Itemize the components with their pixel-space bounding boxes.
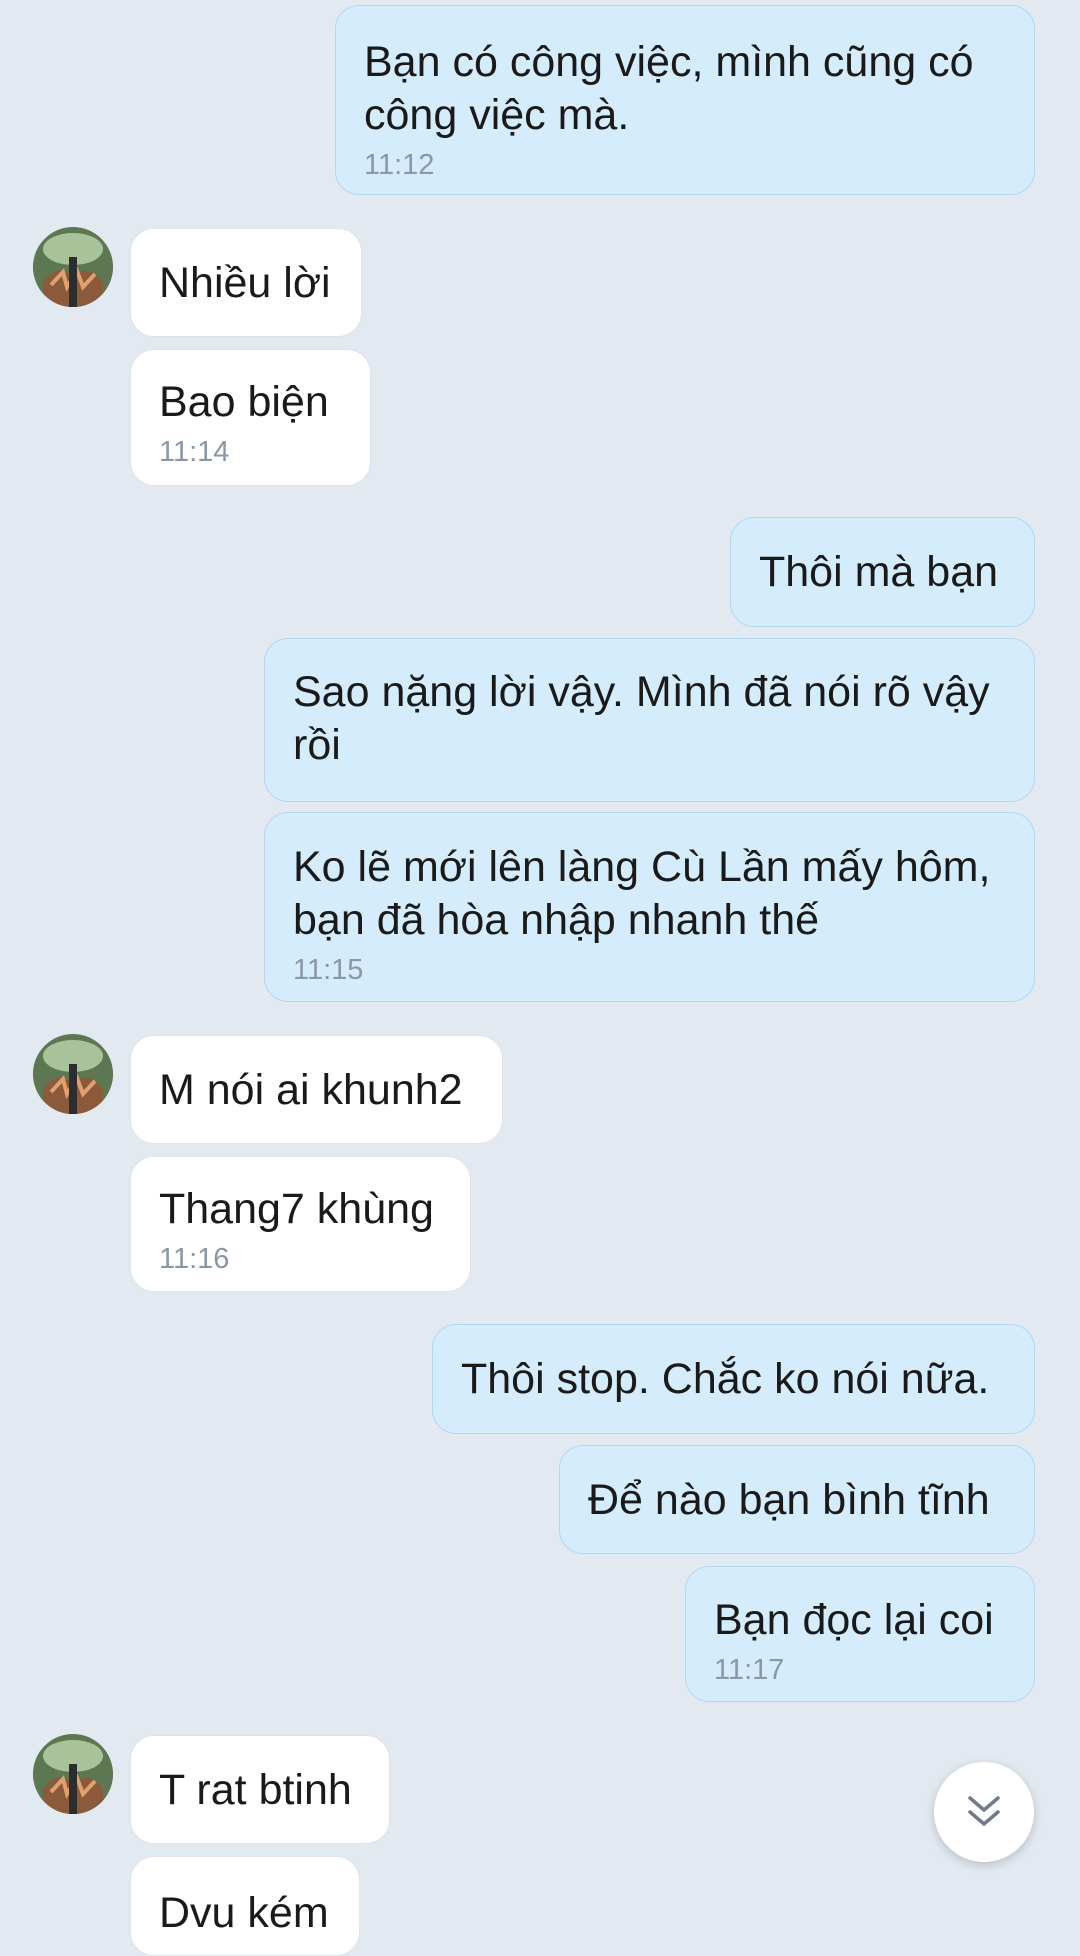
message-text: M nói ai khunh2 [159,1066,463,1114]
message-text: Ko lẽ mới lên làng Cù Lần mấy hôm, bạn đ… [293,843,991,944]
contact-avatar-icon[interactable] [33,227,113,307]
message-text: Bạn có công việc, mình cũng có công việc… [364,38,974,139]
avatar-image [33,1734,113,1814]
message-bubble-incoming[interactable]: Nhiều lời [130,228,362,337]
message-text: Nhiều lời [159,259,331,307]
message-bubble-outgoing[interactable]: Ko lẽ mới lên làng Cù Lần mấy hôm, bạn đ… [264,812,1035,1002]
avatar-image [33,227,113,307]
message-bubble-incoming[interactable]: Dvu kém [130,1856,360,1956]
message-timestamp: 11:12 [364,149,435,181]
message-text: Bạn đọc lại coi [714,1596,994,1644]
message-bubble-outgoing[interactable]: Để nào bạn bình tĩnh [559,1445,1035,1554]
message-text: Thôi mà bạn [759,548,999,596]
message-timestamp: 11:14 [159,436,230,468]
message-timestamp: 11:17 [714,1654,785,1686]
message-text: Thôi stop. Chắc ko nói nữa. [461,1355,990,1403]
message-bubble-outgoing[interactable]: Bạn có công việc, mình cũng có công việc… [335,5,1035,195]
message-bubble-outgoing[interactable]: Thôi stop. Chắc ko nói nữa. [432,1324,1035,1434]
message-timestamp: 11:15 [293,954,364,986]
scroll-to-bottom-button[interactable] [934,1762,1034,1862]
double-chevron-down-icon [968,1796,1000,1826]
message-bubble-outgoing[interactable]: Thôi mà bạn [730,517,1035,627]
message-text: Thang7 khùng [159,1185,434,1233]
message-bubble-incoming[interactable]: M nói ai khunh2 [130,1035,503,1144]
message-text: Dvu kém [159,1889,329,1937]
contact-avatar-icon[interactable] [33,1734,113,1814]
message-text: Bao biện [159,378,329,426]
message-bubble-outgoing[interactable]: Sao nặng lời vậy. Mình đã nói rõ vậy rồi [264,638,1035,802]
message-text: Sao nặng lời vậy. Mình đã nói rõ vậy rồi [293,668,990,769]
message-bubble-outgoing[interactable]: Bạn đọc lại coi 11:17 [685,1566,1035,1702]
message-bubble-incoming[interactable]: T rat btinh [130,1735,390,1844]
message-bubble-incoming[interactable]: Thang7 khùng 11:16 [130,1156,471,1292]
message-text: T rat btinh [159,1766,352,1814]
message-timestamp: 11:16 [159,1243,230,1275]
message-text: Để nào bạn bình tĩnh [588,1476,990,1524]
message-bubble-incoming[interactable]: Bao biện 11:14 [130,349,371,486]
contact-avatar-icon[interactable] [33,1034,113,1114]
avatar-image [33,1034,113,1114]
